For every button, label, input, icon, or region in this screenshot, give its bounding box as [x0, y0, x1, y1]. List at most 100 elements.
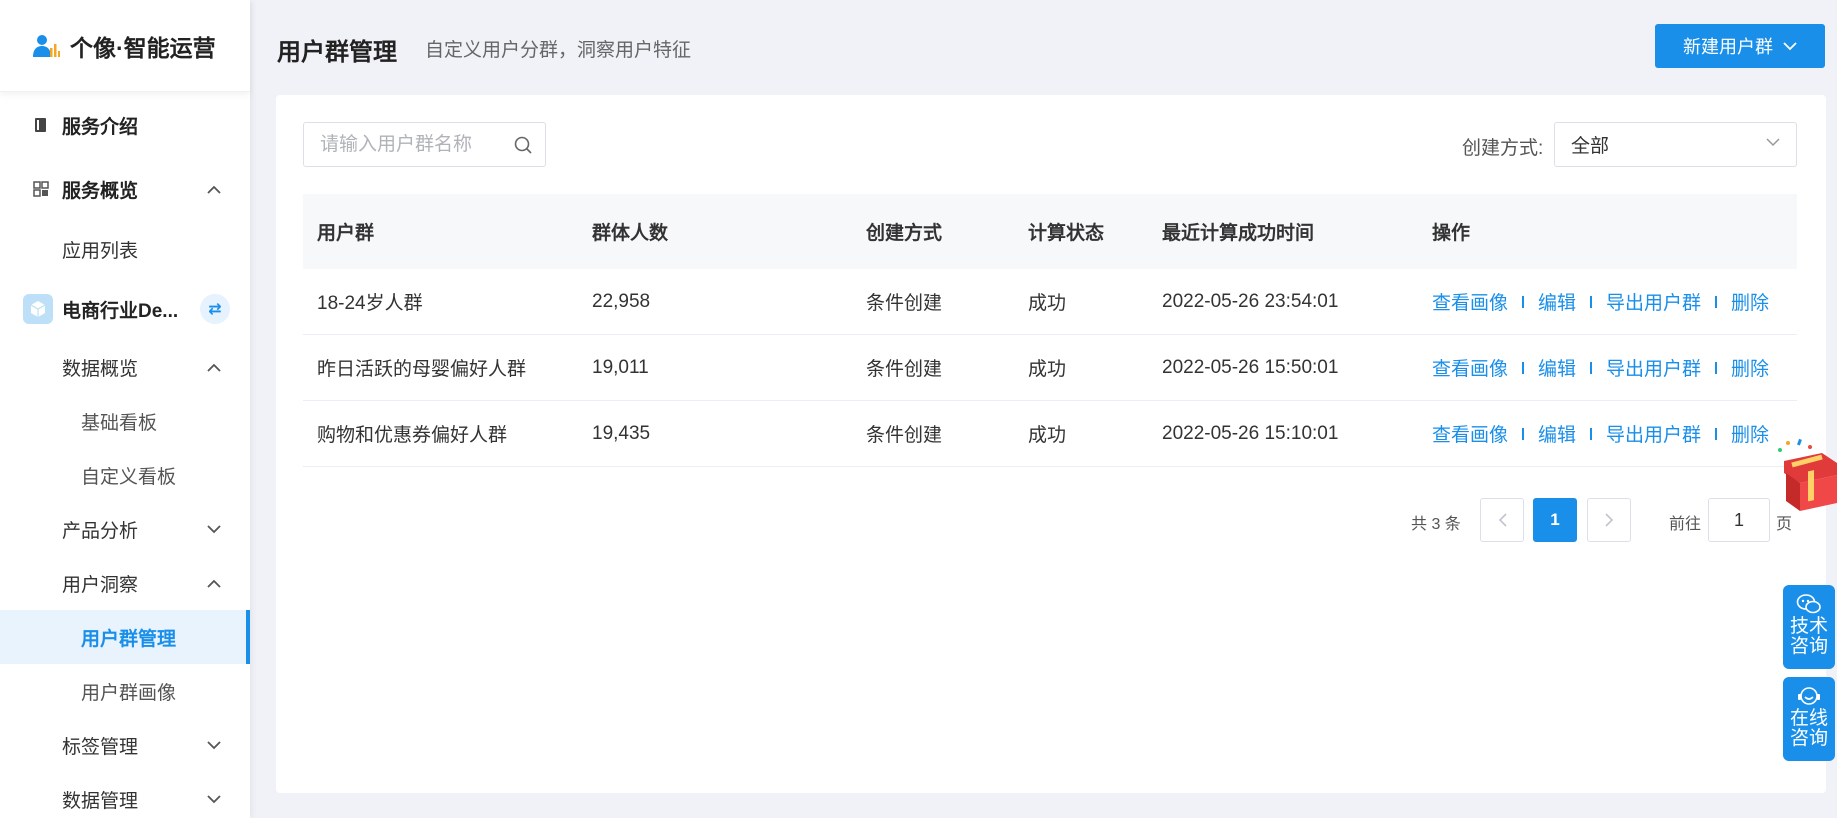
- divider: [1522, 361, 1525, 374]
- tech-consult-line2: 咨询: [1789, 636, 1828, 657]
- search-icon[interactable]: [513, 135, 533, 155]
- new-user-group-button[interactable]: 新建用户群: [1655, 24, 1825, 68]
- switch-app-icon[interactable]: ⇄: [200, 294, 230, 324]
- header-cell: 创建方式: [866, 223, 943, 244]
- edit-link[interactable]: 编辑: [1538, 354, 1576, 381]
- nav-label: 产品分析: [62, 520, 139, 542]
- nav-user-group-mgmt[interactable]: 用户群管理: [0, 610, 250, 664]
- divider: [1522, 295, 1525, 308]
- delete-link[interactable]: 删除: [1731, 288, 1769, 315]
- header-cell: 最近计算成功时间: [1162, 223, 1315, 244]
- nav-basic-board[interactable]: 基础看板: [0, 396, 250, 446]
- page-title: 用户群管理: [277, 39, 397, 66]
- content-card: 创建方式: 全部 用户群 群体人数 创建方式 计算状态 最近计算成功时间 操作 …: [276, 95, 1826, 793]
- table-row: 18-24岁人群 22,958 条件创建 成功 2022-05-26 23:54…: [303, 269, 1797, 335]
- method-filter-label: 创建方式:: [1462, 138, 1544, 159]
- nav-label: 用户群画像: [81, 682, 177, 704]
- online-consult-line1: 在线: [1789, 708, 1828, 729]
- nav-service-overview[interactable]: 服务概览: [0, 164, 250, 214]
- create-method: 条件创建: [866, 359, 943, 380]
- create-method: 条件创建: [866, 425, 943, 446]
- group-name: 昨日活跃的母婴偏好人群: [317, 359, 527, 380]
- view-portrait-link[interactable]: 查看画像: [1432, 288, 1508, 315]
- nav-user-group-portrait[interactable]: 用户群画像: [0, 666, 250, 716]
- nav-label: 自定义看板: [81, 466, 177, 488]
- online-consult-line2: 咨询: [1789, 728, 1828, 749]
- method-select[interactable]: 全部: [1554, 122, 1797, 167]
- export-link[interactable]: 导出用户群: [1606, 354, 1701, 381]
- online-consult-button[interactable]: 在线 咨询: [1783, 677, 1835, 761]
- chevron-left-icon: [1498, 513, 1507, 527]
- goto-page-input[interactable]: [1708, 498, 1770, 542]
- group-count: 19,011: [592, 356, 649, 378]
- header-cell: 计算状态: [1028, 223, 1105, 244]
- group-count: 19,435: [592, 422, 651, 444]
- calc-status: 成功: [1028, 293, 1067, 314]
- edit-link[interactable]: 编辑: [1538, 288, 1576, 315]
- chevron-up-icon: [207, 576, 221, 590]
- group-count: 22,958: [592, 290, 651, 312]
- prev-page-button[interactable]: [1480, 498, 1524, 542]
- search-input[interactable]: [320, 133, 500, 156]
- tech-consult-button[interactable]: 技术 咨询: [1783, 585, 1835, 669]
- last-calc-time: 2022-05-26 23:54:01: [1162, 290, 1339, 312]
- nav-data-mgmt[interactable]: 数据管理: [0, 774, 250, 818]
- row-actions: 查看画像 编辑 导出用户群 删除: [1418, 401, 1797, 466]
- nav-data-overview[interactable]: 数据概览: [0, 342, 250, 392]
- nav-label: 基础看板: [81, 412, 158, 434]
- gift-icon[interactable]: [1772, 435, 1837, 515]
- create-method: 条件创建: [866, 293, 943, 314]
- row-actions: 查看画像 编辑 导出用户群 删除: [1418, 269, 1797, 334]
- divider: [1522, 427, 1525, 440]
- calc-status: 成功: [1028, 359, 1067, 380]
- nav-custom-board[interactable]: 自定义看板: [0, 450, 250, 500]
- search-box[interactable]: [303, 122, 546, 167]
- nav-label: 用户洞察: [62, 574, 139, 596]
- table-row: 昨日活跃的母婴偏好人群 19,011 条件创建 成功 2022-05-26 15…: [303, 335, 1797, 401]
- chevron-down-icon: [207, 738, 221, 752]
- delete-link[interactable]: 删除: [1731, 354, 1769, 381]
- nav-label: 服务介绍: [62, 116, 139, 138]
- nav-app-list[interactable]: 应用列表: [0, 224, 250, 274]
- view-portrait-link[interactable]: 查看画像: [1432, 420, 1508, 447]
- grid-icon: [33, 181, 49, 197]
- nav-app-current[interactable]: 电商行业De... ⇄: [0, 284, 250, 334]
- nav-user-insight[interactable]: 用户洞察: [0, 558, 250, 608]
- nav-label: 数据管理: [62, 790, 139, 812]
- chevron-down-icon: [207, 792, 221, 806]
- page-subtitle: 自定义用户分群，洞察用户特征: [425, 40, 692, 61]
- divider: [1590, 427, 1593, 440]
- edit-link[interactable]: 编辑: [1538, 420, 1576, 447]
- row-actions: 查看画像 编辑 导出用户群 删除: [1418, 335, 1797, 400]
- divider: [1715, 295, 1718, 308]
- chevron-up-icon: [207, 360, 221, 374]
- nav-service-intro[interactable]: 服务介绍: [0, 100, 250, 150]
- pagination: 共 3 条 1 前往 页: [276, 498, 1826, 542]
- nav-label: 电商行业De...: [62, 300, 179, 322]
- view-portrait-link[interactable]: 查看画像: [1432, 354, 1508, 381]
- header-cell: 操作: [1432, 223, 1471, 244]
- sidebar: 个像·智能运营 服务介绍 服务概览 应用列表 电商行业De... ⇄ 数据概览 …: [0, 0, 250, 818]
- page-button[interactable]: 1: [1533, 498, 1577, 542]
- nav-label: 用户群管理: [81, 628, 177, 650]
- nav-tag-mgmt[interactable]: 标签管理: [0, 720, 250, 770]
- export-link[interactable]: 导出用户群: [1606, 288, 1701, 315]
- delete-link[interactable]: 删除: [1731, 420, 1769, 447]
- group-name: 18-24岁人群: [317, 293, 423, 314]
- nav-label: 数据概览: [62, 358, 139, 380]
- method-select-value: 全部: [1571, 136, 1610, 157]
- new-button-label: 新建用户群: [1683, 37, 1773, 57]
- nav-product-analysis[interactable]: 产品分析: [0, 504, 250, 554]
- next-page-button[interactable]: [1587, 498, 1631, 542]
- export-link[interactable]: 导出用户群: [1606, 420, 1701, 447]
- divider: [1590, 295, 1593, 308]
- goto-label: 前往: [1669, 516, 1702, 533]
- book-icon: [35, 118, 46, 132]
- divider: [1590, 361, 1593, 374]
- calc-status: 成功: [1028, 425, 1067, 446]
- cube-icon: [23, 294, 53, 324]
- last-calc-time: 2022-05-26 15:10:01: [1162, 422, 1339, 444]
- nav-label: 应用列表: [62, 240, 139, 262]
- app-logo[interactable]: 个像·智能运营: [0, 0, 250, 92]
- table-row: 购物和优惠券偏好人群 19,435 条件创建 成功 2022-05-26 15:…: [303, 401, 1797, 467]
